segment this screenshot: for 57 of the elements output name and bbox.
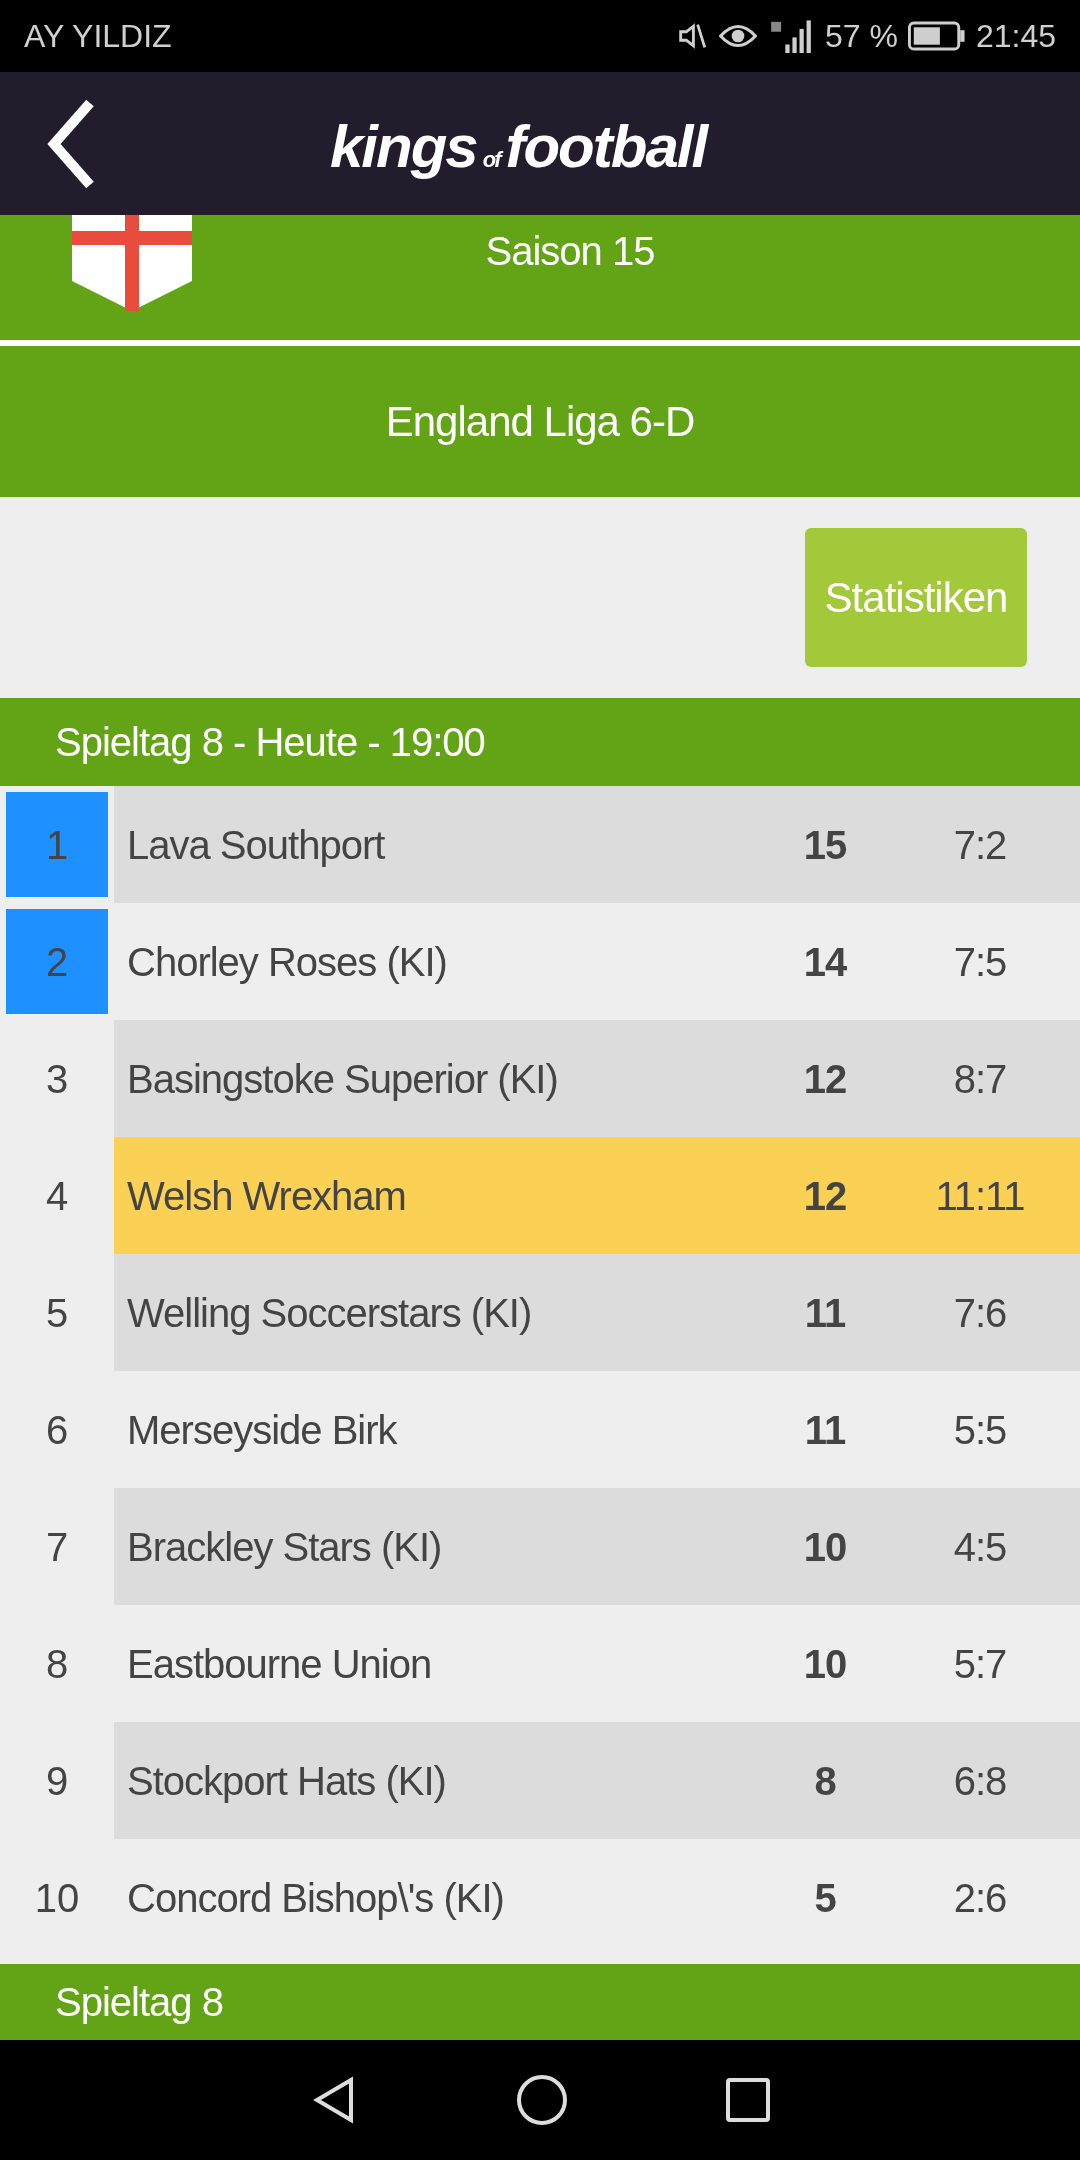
carrier-name: AY YILDIZ xyxy=(24,17,172,56)
rank-cell-text: 4 xyxy=(44,1172,70,1220)
rank-cell-text: 10 xyxy=(33,1874,81,1922)
goals-value: 5:7 xyxy=(952,1640,1008,1688)
matchday-header: Spieltag 8 - Heute - 19:00 xyxy=(55,719,485,766)
team-name: Concord Bishop\'s (KI) xyxy=(126,1874,505,1922)
goals-value: 6:8 xyxy=(952,1757,1008,1805)
team-row[interactable]: Welsh Wrexham 12 11:11 xyxy=(114,1137,1080,1254)
goals-value: 8:7 xyxy=(952,1055,1008,1103)
rank-cell-text: 3 xyxy=(44,1055,70,1103)
points-value: 11 xyxy=(803,1406,847,1454)
points-value: 8 xyxy=(813,1757,837,1805)
app-logo: kings of football xyxy=(330,112,707,182)
points-value: 12 xyxy=(802,1172,848,1220)
battery-percent: 57 % xyxy=(825,17,898,56)
team-name: Stockport Hats (KI) xyxy=(126,1757,447,1805)
clock-time: 21:45 xyxy=(975,17,1056,56)
goals-value: 5:5 xyxy=(952,1406,1008,1454)
rank-cell-text: 6 xyxy=(44,1406,70,1454)
rank-cell: 1 xyxy=(6,792,108,897)
league-title: England Liga 6-D xyxy=(385,397,695,447)
team-name: Brackley Stars (KI) xyxy=(126,1523,443,1571)
battery-icon xyxy=(907,21,966,51)
recents-nav-icon[interactable] xyxy=(725,2077,772,2123)
points-value: 14 xyxy=(802,938,848,986)
goals-value: 7:5 xyxy=(952,938,1008,986)
team-row[interactable]: Brackley Stars (KI) 10 4:5 xyxy=(114,1488,1080,1605)
points-value: 10 xyxy=(802,1640,848,1688)
team-row[interactable]: Welling Soccerstars (KI) 11 7:6 xyxy=(114,1254,1080,1371)
team-row[interactable]: Basingstoke Superior (KI) 12 8:7 xyxy=(114,1020,1080,1137)
team-row[interactable]: Stockport Hats (KI) 8 6:8 xyxy=(114,1722,1080,1839)
team-name: Welling Soccerstars (KI) xyxy=(126,1289,533,1337)
goals-value: 4:5 xyxy=(952,1523,1008,1571)
points-value: 10 xyxy=(802,1523,848,1571)
team-name: Basingstoke Superior (KI) xyxy=(126,1055,559,1103)
team-row[interactable]: Lava Southport 15 7:2 xyxy=(114,786,1080,903)
team-name: Eastbourne Union xyxy=(126,1640,433,1688)
goals-value: 2:6 xyxy=(952,1874,1008,1922)
home-nav-icon[interactable] xyxy=(516,2074,568,2126)
team-name: Merseyside Birk xyxy=(126,1406,399,1454)
rank-cell: 2 xyxy=(6,909,108,1014)
team-name: Welsh Wrexham xyxy=(126,1172,407,1220)
points-value: 12 xyxy=(802,1055,848,1103)
season-label: Saison 15 xyxy=(485,228,655,275)
goals-value: 11:11 xyxy=(934,1172,1026,1220)
goals-value: 7:6 xyxy=(952,1289,1008,1337)
team-name: Lava Southport xyxy=(126,821,386,869)
team-name: Chorley Roses (KI) xyxy=(126,938,448,986)
rank-cell-text: 8 xyxy=(44,1640,70,1688)
points-value: 15 xyxy=(802,821,848,869)
points-value: 5 xyxy=(813,1874,837,1922)
matchday-header: Spieltag 8 xyxy=(55,1979,223,2026)
points-value: 11 xyxy=(803,1289,847,1337)
rank-cell-text: 7 xyxy=(44,1523,70,1571)
goals-value: 7:2 xyxy=(952,821,1008,869)
rank-cell-text: 5 xyxy=(44,1289,70,1337)
rank-cell-text: 9 xyxy=(44,1757,70,1805)
